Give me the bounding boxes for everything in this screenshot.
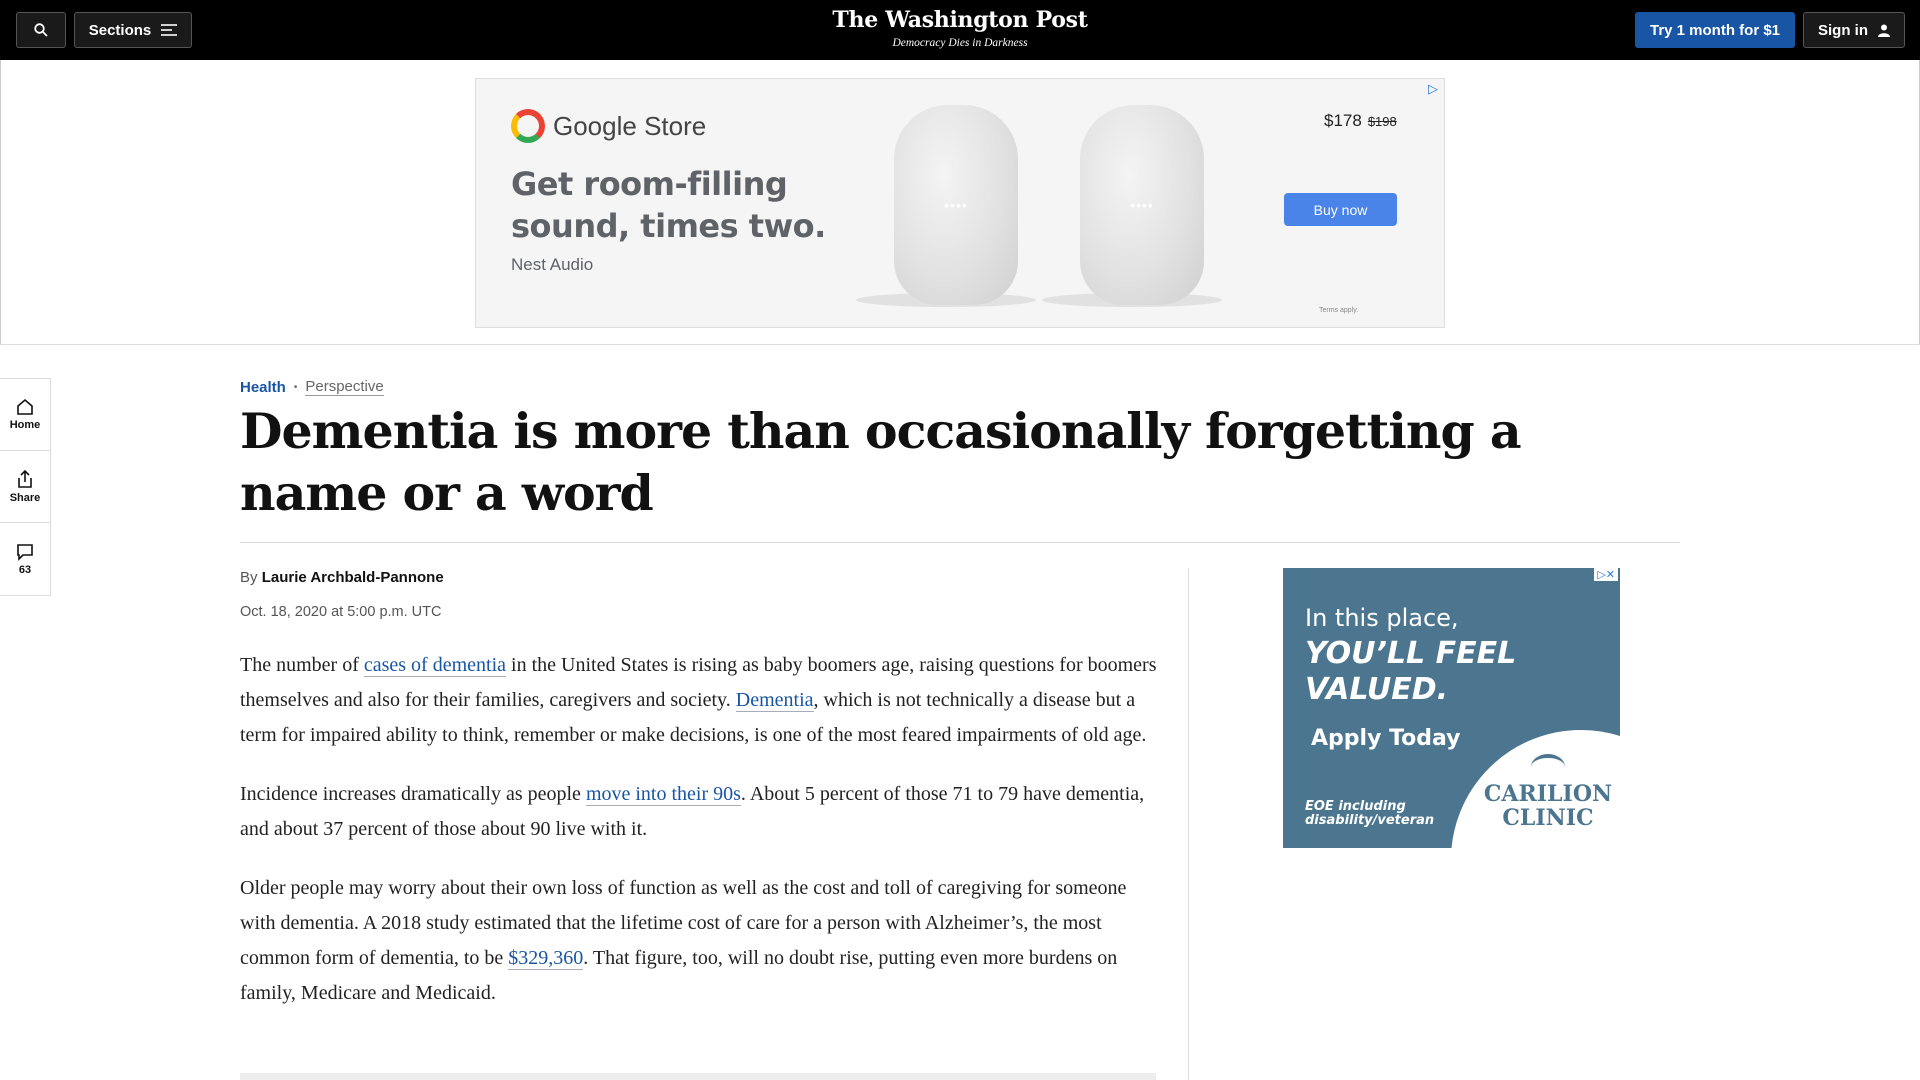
search-button[interactable] — [16, 12, 66, 48]
content-placeholder — [240, 1073, 1156, 1080]
carilion-clinic-ad[interactable]: ▷✕ In this place, YOU’LL FEEL VALUED. Ap… — [1283, 568, 1620, 848]
google-g-icon — [511, 109, 545, 143]
google-store-logo: Google Store — [511, 109, 706, 143]
site-tagline: Democracy Dies in Darkness — [892, 37, 1028, 49]
article-paragraph: Incidence increases dramatically as peop… — [240, 777, 1162, 847]
rail-home[interactable]: Home — [0, 379, 50, 451]
perspective-label[interactable]: Perspective — [305, 378, 384, 396]
ad-headline: Get room-filling sound, times two. — [511, 165, 826, 245]
column-divider — [1188, 568, 1189, 1080]
left-action-rail: Home Share 63 — [0, 378, 51, 596]
author-link[interactable]: Laurie Archbald-Pannone — [262, 569, 444, 586]
rail-share[interactable]: Share — [0, 451, 50, 523]
buy-now-button[interactable]: Buy now — [1284, 193, 1397, 226]
ad-choices-icon[interactable]: ▷ — [1428, 81, 1438, 97]
byline: By Laurie Archbald-Pannone — [240, 569, 444, 586]
comment-icon — [17, 543, 33, 561]
ad-terms: Terms apply. — [1319, 307, 1359, 314]
shell-logo-icon — [1531, 754, 1565, 780]
side-ad-line3: Apply Today — [1311, 726, 1461, 751]
article-paragraph: The number of cases of dementia in the U… — [240, 648, 1162, 753]
section-link[interactable]: Health — [240, 379, 286, 396]
inline-link[interactable]: Dementia — [735, 689, 814, 712]
sections-button[interactable]: Sections — [74, 12, 192, 48]
ad-price: $178 $198 — [1324, 111, 1397, 131]
article-body: The number of cases of dementia in the U… — [240, 648, 1162, 1035]
share-icon — [18, 469, 32, 488]
speaker-image: •••• — [1080, 105, 1204, 305]
masthead[interactable]: The Washington Post Democracy Dies in Da… — [760, 6, 1160, 49]
publish-date: Oct. 18, 2020 at 5:00 p.m. UTC — [240, 604, 442, 620]
side-ad-brand: CARILION CLINIC — [1483, 781, 1613, 831]
speaker-image: •••• — [894, 105, 1018, 305]
subscribe-button[interactable]: Try 1 month for $1 — [1635, 12, 1795, 48]
rail-home-label: Home — [9, 419, 41, 431]
site-logo[interactable]: The Washington Post — [760, 6, 1160, 34]
headline-divider — [240, 542, 1680, 543]
sections-label: Sections — [88, 21, 152, 39]
rail-share-label: Share — [9, 492, 41, 504]
side-ad-line4: EOE including disability/veteran — [1305, 799, 1435, 828]
side-ad-line2: YOU’LL FEEL VALUED. — [1305, 636, 1517, 707]
ad-old-price: $198 — [1367, 114, 1397, 129]
search-icon — [34, 23, 48, 37]
sign-in-label: Sign in — [1818, 21, 1868, 39]
paragraph-text: Incidence increases dramatically as peop… — [240, 783, 586, 805]
inline-link[interactable]: move into their 90s — [585, 783, 741, 806]
ad-brand: Google Store — [553, 110, 707, 141]
menu-icon — [161, 24, 178, 36]
ad-choices-icon[interactable]: ▷✕ — [1594, 568, 1618, 581]
user-icon — [1878, 24, 1890, 37]
ad-current-price: $178 — [1324, 111, 1362, 130]
article-kicker: Health • Perspective — [240, 378, 384, 396]
google-store-ad[interactable]: ▷ Google Store Get room-filling sound, t… — [475, 78, 1445, 328]
inline-link[interactable]: $329,360 — [508, 947, 584, 970]
sign-in-button[interactable]: Sign in — [1803, 12, 1905, 48]
home-icon — [17, 398, 33, 415]
rail-comments[interactable]: 63 — [0, 523, 50, 595]
kicker-separator: • — [293, 381, 298, 393]
byline-prefix: By — [240, 569, 258, 586]
side-ad-line1: In this place, — [1305, 604, 1459, 632]
comments-count: 63 — [18, 563, 32, 576]
top-navigation-bar: Sections The Washington Post Democracy D… — [0, 0, 1920, 60]
ad-product-name: Nest Audio — [511, 255, 594, 274]
paragraph-text: The number of — [240, 654, 364, 676]
article-paragraph: Older people may worry about their own l… — [240, 871, 1162, 1011]
inline-link[interactable]: cases of dementia — [363, 654, 507, 677]
article-headline: Dementia is more than occasionally forge… — [240, 402, 1522, 522]
